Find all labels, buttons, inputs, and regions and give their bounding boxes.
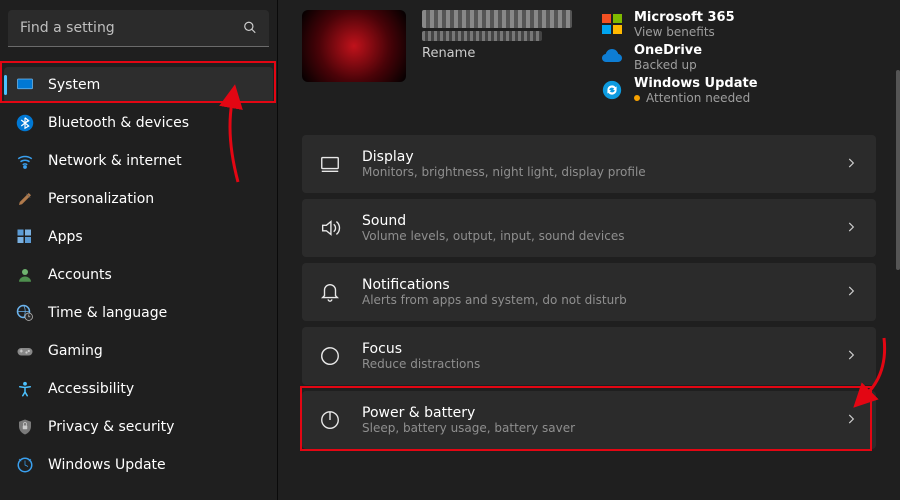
settings-item-sound[interactable]: SoundVolume levels, output, input, sound… [302, 199, 876, 257]
search-input[interactable] [8, 10, 269, 47]
device-profile: Rename [302, 10, 572, 82]
bell-icon [318, 280, 342, 304]
sound-icon [318, 216, 342, 240]
settings-list: DisplayMonitors, brightness, night light… [302, 135, 876, 449]
list-sub: Sleep, battery usage, battery saver [362, 421, 824, 435]
wifi-icon [16, 152, 34, 170]
sidebar-item-label: Personalization [48, 191, 154, 207]
settings-item-notifications[interactable]: NotificationsAlerts from apps and system… [302, 263, 876, 321]
sidebar-item-bluetooth[interactable]: Bluetooth & devices [4, 105, 273, 141]
list-sub: Alerts from apps and system, do not dist… [362, 293, 824, 307]
sidebar-item-label: Windows Update [48, 457, 166, 473]
sidebar-item-privacy[interactable]: Privacy & security [4, 409, 273, 445]
display-icon [318, 152, 342, 176]
onedrive-icon [600, 45, 624, 69]
desktop-wallpaper-thumb [302, 10, 406, 82]
update-sync-icon [600, 78, 624, 102]
list-sub: Reduce distractions [362, 357, 824, 371]
sidebar-item-label: Accessibility [48, 381, 134, 397]
sidebar-item-accessibility[interactable]: Accessibility [4, 371, 273, 407]
sidebar-item-gaming[interactable]: Gaming [4, 333, 273, 369]
status-windows-update[interactable]: Windows UpdateAttention needed [600, 76, 876, 105]
list-title: Display [362, 149, 824, 165]
list-sub: Volume levels, output, input, sound devi… [362, 229, 824, 243]
status-sub: Attention needed [634, 91, 758, 105]
sidebar-item-apps[interactable]: Apps [4, 219, 273, 255]
sidebar-item-label: Time & language [48, 305, 167, 321]
focus-icon [318, 344, 342, 368]
device-model-redacted [422, 31, 542, 41]
warning-dot-icon [634, 95, 640, 101]
status-title: Microsoft 365 [634, 10, 735, 25]
main-content: Rename Microsoft 365View benefits OneDri… [278, 0, 900, 500]
microsoft-icon [600, 12, 624, 36]
globe-clock-icon [16, 304, 34, 322]
settings-sidebar: System Bluetooth & devices Network & int… [0, 0, 278, 500]
status-onedrive[interactable]: OneDriveBacked up [600, 43, 750, 72]
status-sub: Backed up [634, 58, 702, 72]
rename-link[interactable]: Rename [422, 46, 572, 61]
search-wrap [8, 10, 269, 47]
status-cards: Microsoft 365View benefits OneDriveBacke… [600, 10, 876, 105]
sidebar-item-windows-update[interactable]: Windows Update [4, 447, 273, 483]
sidebar-item-label: Accounts [48, 267, 112, 283]
monitor-icon [16, 76, 34, 94]
sidebar-item-label: Gaming [48, 343, 103, 359]
status-sub: View benefits [634, 25, 735, 39]
chevron-right-icon [844, 347, 858, 366]
sidebar-item-label: Network & internet [48, 153, 182, 169]
device-name-redacted [422, 10, 572, 28]
chevron-right-icon [844, 219, 858, 238]
sidebar-item-time-language[interactable]: Time & language [4, 295, 273, 331]
sidebar-item-system[interactable]: System [4, 67, 273, 103]
chevron-right-icon [844, 155, 858, 174]
search-icon[interactable] [243, 19, 257, 38]
status-title: OneDrive [634, 43, 702, 58]
status-microsoft365[interactable]: Microsoft 365View benefits [600, 10, 750, 39]
sidebar-item-accounts[interactable]: Accounts [4, 257, 273, 293]
update-icon [16, 456, 34, 474]
settings-item-power-battery[interactable]: Power & batterySleep, battery usage, bat… [302, 391, 876, 449]
list-title: Power & battery [362, 405, 824, 421]
accessibility-icon [16, 380, 34, 398]
list-title: Focus [362, 341, 824, 357]
person-icon [16, 266, 34, 284]
power-icon [318, 408, 342, 432]
status-title: Windows Update [634, 76, 758, 91]
sidebar-item-label: System [48, 77, 100, 93]
shield-icon [16, 418, 34, 436]
settings-item-display[interactable]: DisplayMonitors, brightness, night light… [302, 135, 876, 193]
sidebar-item-label: Apps [48, 229, 83, 245]
system-header: Rename Microsoft 365View benefits OneDri… [302, 10, 876, 105]
brush-icon [16, 190, 34, 208]
list-sub: Monitors, brightness, night light, displ… [362, 165, 824, 179]
chevron-right-icon [844, 283, 858, 302]
sidebar-item-network[interactable]: Network & internet [4, 143, 273, 179]
sidebar-item-label: Bluetooth & devices [48, 115, 189, 131]
list-title: Sound [362, 213, 824, 229]
bluetooth-icon [16, 114, 34, 132]
sidebar-item-personalization[interactable]: Personalization [4, 181, 273, 217]
gamepad-icon [16, 342, 34, 360]
sidebar-item-label: Privacy & security [48, 419, 174, 435]
list-title: Notifications [362, 277, 824, 293]
settings-item-focus[interactable]: FocusReduce distractions [302, 327, 876, 385]
grid-icon [16, 228, 34, 246]
chevron-right-icon [844, 411, 858, 430]
nav-list: System Bluetooth & devices Network & int… [4, 67, 273, 483]
